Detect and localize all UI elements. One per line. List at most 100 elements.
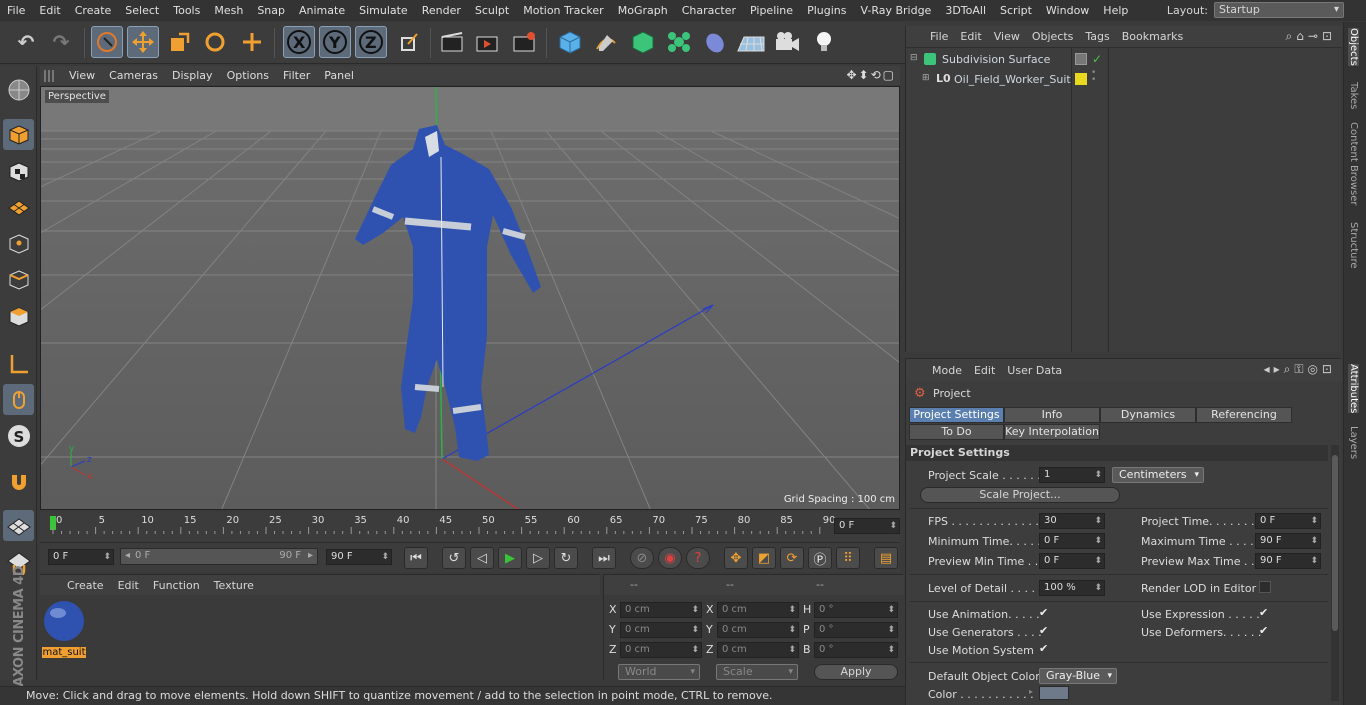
project-scale-field[interactable]: 1 — [1039, 467, 1105, 483]
solo-mode-icon[interactable]: S — [3, 420, 34, 451]
menu-window[interactable]: Window — [1039, 4, 1096, 17]
tab-key-interpolation[interactable]: Key Interpolation — [1004, 424, 1100, 440]
undo-icon[interactable]: ↶ — [10, 26, 42, 58]
texture-mode-icon[interactable] — [3, 156, 34, 187]
coord-size-y[interactable]: 0 cm — [717, 622, 799, 638]
coord-rotation-p[interactable]: 0 ° — [814, 622, 898, 638]
menu-create[interactable]: Create — [68, 4, 119, 17]
attr-menu-mode[interactable]: Mode — [926, 364, 968, 377]
tree-collapse-icon[interactable]: ⊟ — [910, 53, 918, 63]
om-menu-view[interactable]: View — [988, 30, 1026, 43]
next-key-icon[interactable]: ↻ — [554, 547, 578, 569]
side-tab-takes[interactable]: Takes — [1348, 82, 1359, 109]
menu-character[interactable]: Character — [675, 4, 743, 17]
minimum-time-field[interactable]: 0 F — [1039, 533, 1105, 549]
tweak-mode-icon[interactable] — [3, 384, 34, 415]
level-of-detail-field[interactable]: 100 % — [1039, 580, 1105, 596]
keyframe-selection-icon[interactable]: ? — [686, 547, 710, 569]
rotate-tool-icon[interactable] — [199, 26, 231, 58]
render-settings-icon[interactable] — [508, 26, 540, 58]
layer-color-icon[interactable] — [1075, 73, 1087, 85]
om-menu-file[interactable]: File — [924, 30, 954, 43]
coord-size-z[interactable]: 0 cm — [717, 642, 799, 658]
menu-sculpt[interactable]: Sculpt — [468, 4, 516, 17]
side-tab-attributes[interactable]: Attributes — [1348, 364, 1359, 414]
menu-edit[interactable]: Edit — [32, 4, 67, 17]
viewport-menu-view[interactable]: View — [62, 69, 102, 82]
start-frame-field[interactable]: 0 F — [48, 549, 114, 565]
object-name[interactable]: Subdivision Surface — [942, 53, 1050, 66]
material-name[interactable]: mat_suit — [42, 647, 86, 658]
coord-rotation-h[interactable]: 0 ° — [814, 602, 898, 618]
points-mode-icon[interactable] — [3, 228, 34, 259]
workplane-lock-icon[interactable] — [3, 510, 34, 541]
om-menu-objects[interactable]: Objects — [1026, 30, 1080, 43]
go-to-end-icon[interactable]: ⏭ — [592, 547, 616, 569]
timeline-ruler[interactable]: 0 5 10 15 20 25 30 35 40 45 50 55 60 65 70 75 80 85 90 0 F — [40, 512, 900, 542]
key-position-icon[interactable]: ✥ — [724, 547, 748, 569]
key-point-level-icon[interactable]: ⠿ — [836, 547, 860, 569]
menu-script[interactable]: Script — [993, 4, 1039, 17]
color-expand-icon[interactable]: ▸ — [1029, 687, 1033, 696]
model-mode-icon[interactable] — [3, 119, 34, 150]
use-animation-checkbox[interactable]: ✔ — [1039, 607, 1051, 619]
polygons-mode-icon[interactable] — [3, 301, 34, 332]
om-menu-bookmarks[interactable]: Bookmarks — [1116, 30, 1189, 43]
project-time-field[interactable]: 0 F — [1255, 513, 1321, 529]
coordinate-system-icon[interactable] — [393, 26, 425, 58]
side-tab-objects[interactable]: Objects — [1348, 28, 1359, 66]
preview-max-time-field[interactable]: 90 F — [1255, 553, 1321, 569]
previous-key-icon[interactable]: ↺ — [442, 547, 466, 569]
z-axis-lock-icon[interactable]: Z — [355, 26, 387, 58]
menu-vray-bridge[interactable]: V-Ray Bridge — [853, 4, 938, 17]
viewport-navigation-icons[interactable]: ✥⬍⟲▢ — [846, 68, 896, 82]
viewport-menu-filter[interactable]: Filter — [276, 69, 317, 82]
menu-animate[interactable]: Animate — [292, 4, 352, 17]
next-frame-icon[interactable]: ▷ — [526, 547, 550, 569]
om-menu-tags[interactable]: Tags — [1079, 30, 1115, 43]
attr-nav-icons[interactable]: ◂▸⌕⚿◎⊡ — [1264, 362, 1336, 377]
camera-label[interactable]: Perspective — [45, 90, 109, 103]
object-name[interactable]: Oil_Field_Worker_Suit — [954, 73, 1071, 86]
viewport-menu-display[interactable]: Display — [165, 69, 220, 82]
render-view-icon[interactable] — [436, 26, 468, 58]
coord-mode-world-select[interactable]: World — [618, 664, 700, 680]
menu-simulate[interactable]: Simulate — [352, 4, 415, 17]
menu-motion-tracker[interactable]: Motion Tracker — [516, 4, 610, 17]
menu-select[interactable]: Select — [118, 4, 166, 17]
coord-size-x[interactable]: 0 cm — [717, 602, 799, 618]
menu-help[interactable]: Help — [1096, 4, 1135, 17]
preview-min-time-field[interactable]: 0 F — [1039, 553, 1105, 569]
enabled-check-icon[interactable]: ✓ — [1092, 52, 1102, 66]
recent-tool-icon[interactable] — [236, 26, 268, 58]
material-menu-edit[interactable]: Edit — [111, 579, 146, 592]
coord-position-x[interactable]: 0 cm — [620, 602, 702, 618]
use-motion-system-checkbox[interactable]: ✔ — [1039, 643, 1051, 655]
go-to-start-icon[interactable]: ⏮ — [404, 547, 428, 569]
color-swatch[interactable] — [1039, 686, 1069, 700]
material-menu-texture[interactable]: Texture — [207, 579, 261, 592]
render-tag-icon[interactable] — [1075, 53, 1087, 65]
tab-info[interactable]: Info — [1004, 407, 1100, 423]
viewport-menu-panel[interactable]: Panel — [317, 69, 361, 82]
make-editable-icon[interactable] — [3, 74, 34, 105]
layout-select[interactable]: Startup — [1214, 2, 1344, 18]
range-right-arrow-icon[interactable]: ▸ — [308, 550, 313, 561]
scale-project-button[interactable]: Scale Project... — [920, 487, 1120, 503]
y-axis-lock-icon[interactable]: Y — [319, 26, 351, 58]
current-frame-field[interactable]: 0 F — [834, 518, 900, 534]
menu-snap[interactable]: Snap — [250, 4, 292, 17]
menu-file[interactable]: File — [0, 4, 32, 17]
preview-range-slider[interactable]: ◂ 0 F 90 F ▸ — [120, 548, 318, 565]
apply-button[interactable]: Apply — [814, 664, 898, 680]
om-search-home-icons[interactable]: ⌕⌂⊸⊡ — [1286, 29, 1336, 44]
coord-mode-scale-select[interactable]: Scale — [716, 664, 798, 680]
menu-mograph[interactable]: MoGraph — [611, 4, 675, 17]
default-object-color-select[interactable]: Gray-Blue — [1039, 668, 1117, 684]
attribute-scrollbar[interactable] — [1331, 445, 1339, 701]
workplane-mode-icon[interactable] — [3, 192, 34, 223]
deformer-icon[interactable] — [699, 26, 731, 58]
tree-expand-icon[interactable]: ⊞ — [922, 73, 930, 83]
edges-mode-icon[interactable] — [3, 264, 34, 295]
material-menu-create[interactable]: Create — [60, 579, 111, 592]
